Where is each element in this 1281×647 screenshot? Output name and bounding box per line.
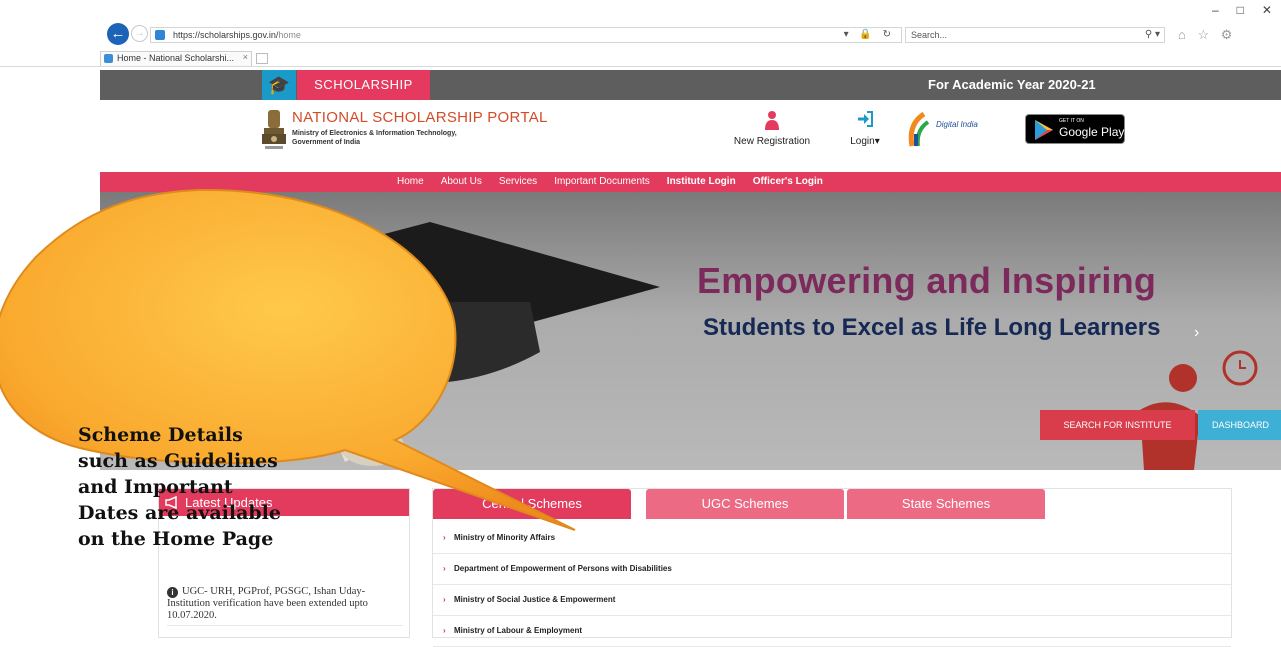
ministry-line-1: Ministry of Electronics & Information Te… bbox=[292, 130, 457, 137]
google-play-badge[interactable]: GET IT ON Google Play bbox=[1025, 114, 1125, 144]
tab-state-schemes[interactable]: State Schemes bbox=[847, 489, 1045, 519]
search-for-institute-button[interactable]: SEARCH FOR INSTITUTE bbox=[1040, 410, 1195, 440]
dashboard-button[interactable]: DASHBOARD bbox=[1198, 410, 1281, 440]
chevron-right-icon[interactable]: › bbox=[1194, 324, 1199, 342]
url-path: home bbox=[278, 30, 301, 40]
divider bbox=[167, 625, 403, 626]
close-icon[interactable]: × bbox=[243, 52, 248, 62]
tab-title: Home - National Scholarshi... bbox=[117, 53, 235, 63]
user-icon bbox=[765, 111, 779, 130]
digital-india-text: Digital India bbox=[936, 120, 978, 129]
home-star-gear-icons[interactable]: ⌂ ☆ ⚙ bbox=[1178, 27, 1236, 43]
tab-central-schemes[interactable]: Central Schemes bbox=[433, 489, 631, 519]
login-dropdown[interactable]: Login▾ bbox=[840, 108, 890, 158]
banner-subheadline: Students to Excel as Life Long Learners bbox=[703, 314, 1161, 341]
new-tab-button[interactable] bbox=[256, 53, 268, 64]
hero-banner: Empowering and Inspiring Students to Exc… bbox=[100, 192, 1281, 470]
play-store-icon bbox=[1035, 120, 1053, 140]
megaphone-icon bbox=[165, 496, 177, 509]
scheme-row-label: Ministry of Social Justice & Empowerment bbox=[454, 595, 616, 604]
new-registration-button[interactable]: New Registration bbox=[722, 108, 822, 158]
url-host: https://scholarships.gov.in/ bbox=[173, 30, 279, 40]
new-registration-label: New Registration bbox=[733, 136, 811, 147]
schemes-panel: Central Schemes UGC Schemes State Scheme… bbox=[432, 488, 1232, 647]
search-placeholder: Search... bbox=[911, 30, 948, 40]
chevron-right-icon: › bbox=[443, 533, 446, 542]
digital-india-icon bbox=[908, 111, 930, 147]
graduation-cap-icon: 🎓 bbox=[262, 70, 296, 100]
latest-updates-panel: Latest Updates i UGC- URH, PGProf, PGSGC,… bbox=[158, 488, 410, 638]
site-favicon-icon bbox=[155, 30, 165, 40]
academic-year-label: For Academic Year 2020-21 bbox=[928, 77, 1096, 92]
scheme-row[interactable]: › Ministry of Social Justice & Empowerme… bbox=[433, 585, 1231, 616]
update-item-text: UGC- URH, PGProf, PGSGC, Ishan Uday- Ins… bbox=[167, 586, 368, 621]
google-play-label: Google Play bbox=[1059, 125, 1125, 139]
site-header: NATIONAL SCHOLARSHIP PORTAL Ministry of … bbox=[100, 100, 1281, 172]
chevron-right-icon: › bbox=[443, 564, 446, 573]
banner-headline: Empowering and Inspiring bbox=[697, 260, 1157, 301]
window-controls[interactable]: –□✕ bbox=[1212, 3, 1281, 17]
chevron-right-icon: › bbox=[443, 595, 446, 604]
nav-institute-login[interactable]: Institute Login bbox=[667, 172, 736, 192]
search-icon[interactable]: ⚲ ▾ bbox=[1145, 29, 1160, 40]
ministry-line-2: Government of India bbox=[292, 139, 361, 146]
sign-in-icon bbox=[858, 111, 873, 127]
scheme-row-label: Ministry of Labour & Employment bbox=[454, 626, 583, 635]
browser-chrome: ← → https://scholarships.gov.in/home ▾ 🔒… bbox=[0, 0, 1281, 70]
nav-home[interactable]: Home bbox=[397, 172, 424, 192]
browser-search-input[interactable]: Search... ⚲ ▾ bbox=[905, 27, 1165, 43]
forward-arrow-icon[interactable]: → bbox=[131, 25, 148, 42]
back-arrow-icon[interactable]: ← bbox=[107, 23, 129, 45]
address-bar[interactable]: https://scholarships.gov.in/home ▾ 🔒 ↻ bbox=[150, 27, 902, 43]
scheme-row-label: Ministry of Minority Affairs bbox=[454, 533, 556, 542]
tab-favicon-icon bbox=[104, 54, 113, 63]
browser-tab[interactable]: Home - National Scholarshi... × bbox=[100, 51, 252, 66]
login-label: Login▾ bbox=[850, 136, 880, 147]
national-emblem-icon bbox=[262, 110, 286, 149]
scheme-row-label: Department of Empowerment of Persons wit… bbox=[454, 564, 672, 573]
chevron-right-icon: › bbox=[443, 626, 446, 635]
tab-strip: Home - National Scholarshi... × bbox=[0, 50, 1281, 67]
update-item[interactable]: i UGC- URH, PGProf, PGSGC, Ishan Uday- In… bbox=[167, 586, 403, 622]
latest-updates-title: Latest Updates bbox=[185, 495, 273, 510]
scheme-row[interactable]: › Ministry of Minority Affairs bbox=[433, 523, 1231, 554]
google-play-get-label: GET IT ON bbox=[1059, 118, 1084, 124]
digital-india-logo[interactable]: Digital India bbox=[906, 110, 1006, 150]
nav-important-documents[interactable]: Important Documents bbox=[554, 172, 650, 192]
main-nav: Home About Us Services Important Documen… bbox=[100, 172, 1281, 192]
nav-about-us[interactable]: About Us bbox=[441, 172, 482, 192]
site-top-bar: 🎓 SCHOLARSHIP For Academic Year 2020-21 bbox=[100, 70, 1281, 100]
url-text[interactable]: https://scholarships.gov.in/home bbox=[173, 30, 301, 40]
scholarship-tab[interactable]: SCHOLARSHIP bbox=[297, 70, 430, 100]
nav-links: Home About Us Services Important Documen… bbox=[397, 172, 840, 192]
scheme-row[interactable]: › Department of Empowerment of Persons w… bbox=[433, 554, 1231, 585]
info-icon: i bbox=[167, 587, 178, 598]
latest-updates-header: Latest Updates bbox=[159, 489, 409, 516]
portal-title: NATIONAL SCHOLARSHIP PORTAL bbox=[292, 109, 548, 126]
nav-officers-login[interactable]: Officer's Login bbox=[753, 172, 823, 192]
scheme-row[interactable]: › Ministry of Labour & Employment bbox=[433, 616, 1231, 647]
lock-refresh-icons[interactable]: ▾ 🔒 ↻ bbox=[844, 29, 895, 40]
nav-services[interactable]: Services bbox=[499, 172, 537, 192]
tab-ugc-schemes[interactable]: UGC Schemes bbox=[646, 489, 844, 519]
